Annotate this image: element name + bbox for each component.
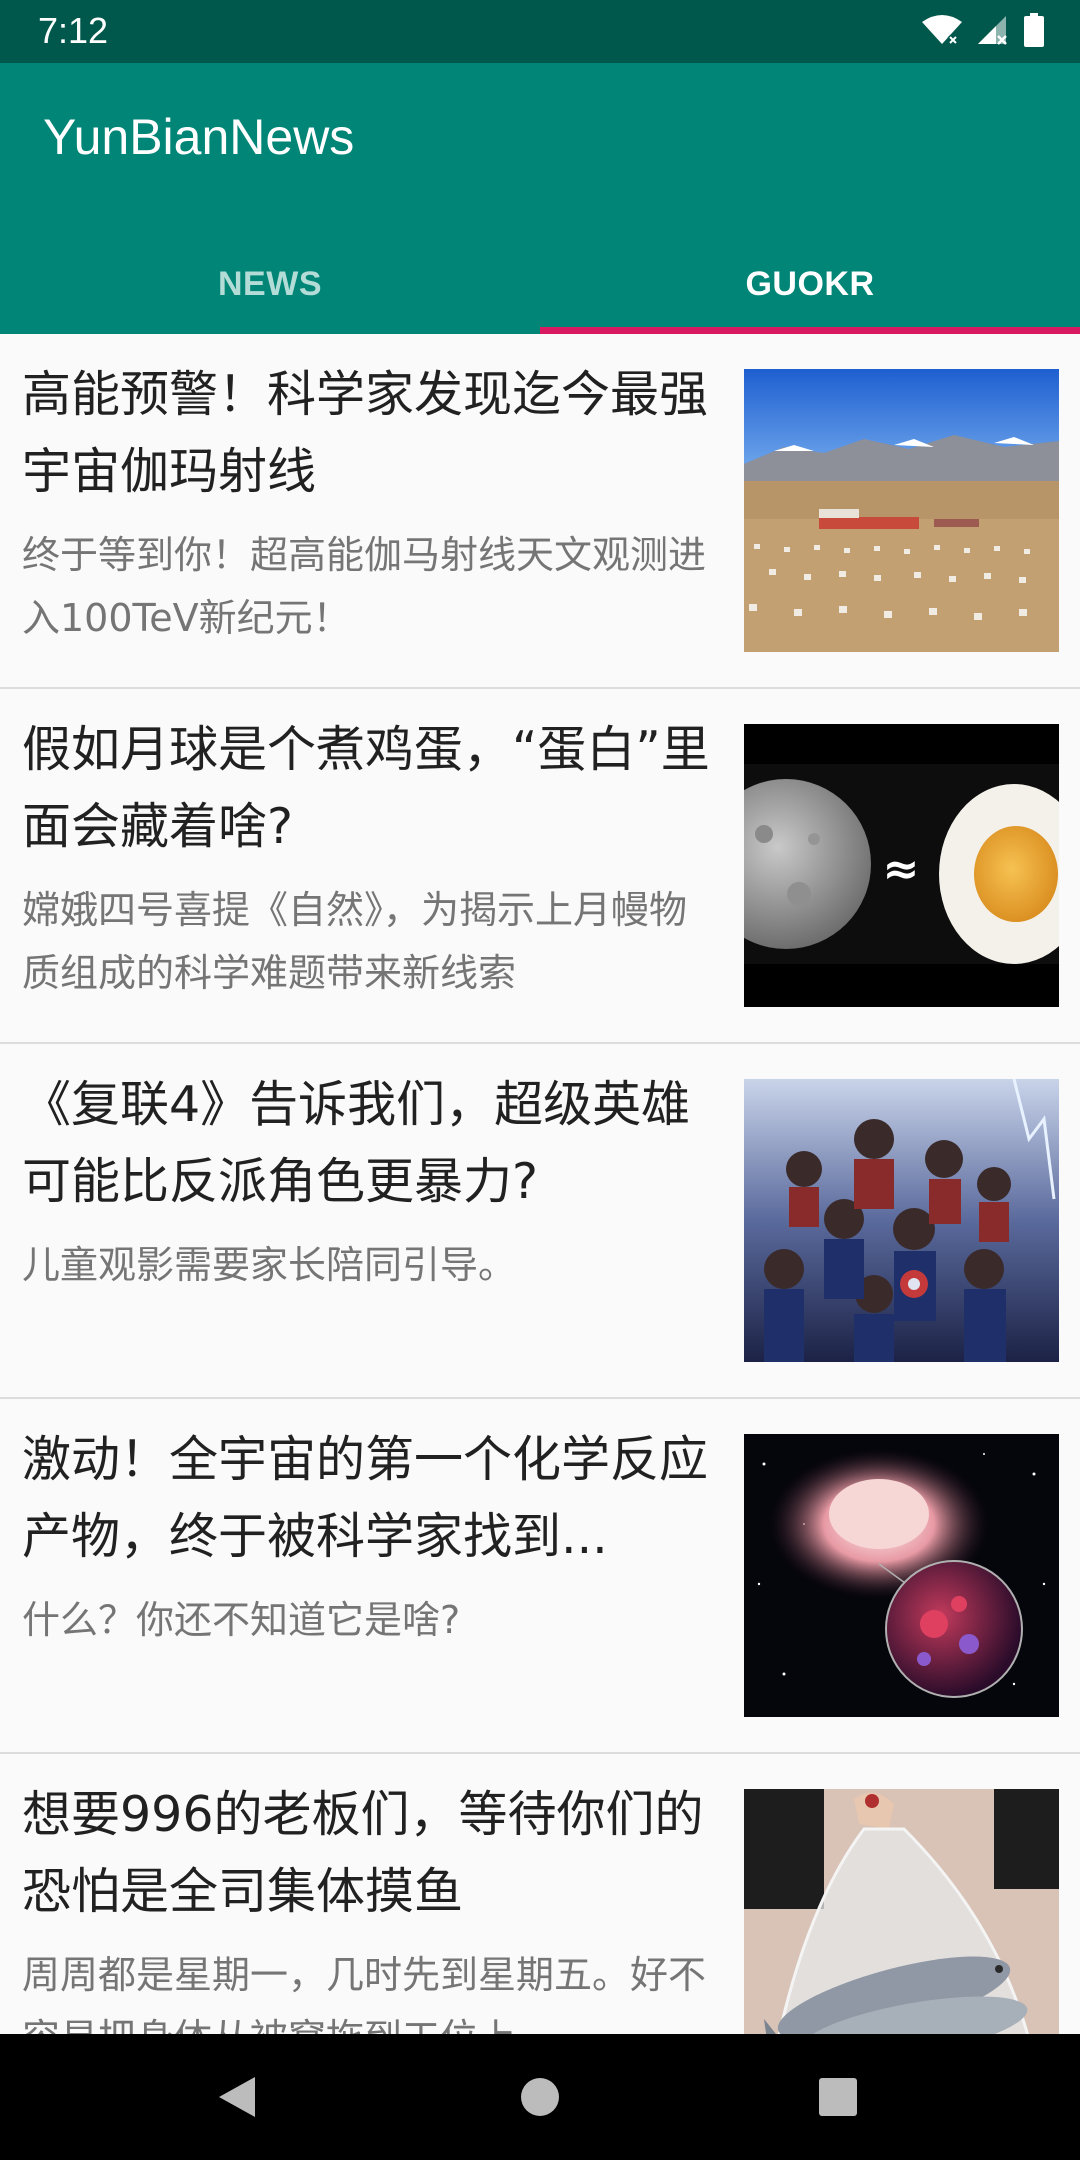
app-title: YunBianNews xyxy=(43,109,355,165)
status-time: 7:12 xyxy=(38,10,109,51)
app-bar: YunBianNews NEWS GUOKR xyxy=(0,63,1080,334)
recents-icon xyxy=(819,2078,857,2116)
signal-icon xyxy=(976,14,1010,50)
home-icon xyxy=(521,2078,559,2116)
article-summary: 儿童观影需要家长陪同引导。 xyxy=(22,1243,517,1287)
article-title: 想要996的老板们，等待你们的恐怕是全司集体摸鱼 xyxy=(22,1786,704,1920)
list-item[interactable]: 想要996的老板们，等待你们的恐怕是全司集体摸鱼 周周都是星期一，几时先到星期五… xyxy=(0,1754,1080,2034)
article-list[interactable]: 高能预警！科学家发现迄今最强宇宙伽玛射线 终于等到你！超高能伽马射线天文观测进入… xyxy=(0,334,1080,2034)
article-title: 假如月球是个煮鸡蛋，“蛋白”里面会藏着啥? xyxy=(22,721,710,855)
list-item[interactable]: 假如月球是个煮鸡蛋，“蛋白”里面会藏着啥? 嫦娥四号喜提《自然》，为揭示上月幔物… xyxy=(0,689,1080,1044)
moon-egg-image: ≈ xyxy=(744,724,1059,1007)
list-item[interactable]: 《复联4》告诉我们，超级英雄可能比反派角色更暴力? 儿童观影需要家长陪同引导。 xyxy=(0,1044,1080,1399)
article-summary: 什么？你还不知道它是啥? xyxy=(22,1598,461,1642)
list-item[interactable]: 激动！全宇宙的第一个化学反应产物，终于被科学家找到... 什么？你还不知道它是啥… xyxy=(0,1399,1080,1754)
back-button[interactable] xyxy=(207,2072,267,2122)
article-summary: 周周都是星期一，几时先到星期五。好不容易把身体从被窝拖到工位上，... xyxy=(22,1953,707,2034)
article-summary: 终于等到你！超高能伽马射线天文观测进入100TeV新纪元！ xyxy=(22,533,707,640)
status-bar: 7:12 xyxy=(0,0,1080,63)
wifi-icon xyxy=(922,14,962,50)
article-summary: 嫦娥四号喜提《自然》，为揭示上月幔物质组成的科学难题带来新线索 xyxy=(22,888,688,995)
avengers-poster-image xyxy=(744,1079,1059,1362)
home-button[interactable] xyxy=(510,2072,570,2122)
battery-icon xyxy=(1024,13,1044,51)
nebula-image xyxy=(744,1434,1059,1717)
back-icon xyxy=(219,2077,255,2117)
svg-text:≈: ≈ xyxy=(883,844,920,895)
fish-bag-image xyxy=(744,1789,1059,2034)
tab-guokr[interactable]: GUOKR xyxy=(540,234,1080,334)
article-title: 高能预警！科学家发现迄今最强宇宙伽玛射线 xyxy=(22,366,709,500)
article-title: 激动！全宇宙的第一个化学反应产物，终于被科学家找到... xyxy=(22,1431,709,1565)
navigation-bar xyxy=(0,2034,1080,2160)
tab-news[interactable]: NEWS xyxy=(0,234,540,334)
recents-button[interactable] xyxy=(808,2072,868,2122)
list-item[interactable]: 高能预警！科学家发现迄今最强宇宙伽玛射线 终于等到你！超高能伽马射线天文观测进入… xyxy=(0,334,1080,689)
status-icons xyxy=(922,13,1044,51)
article-title: 《复联4》告诉我们，超级英雄可能比反派角色更暴力? xyxy=(22,1076,691,1210)
tab-indicator xyxy=(540,327,1080,334)
observatory-image xyxy=(744,369,1059,652)
